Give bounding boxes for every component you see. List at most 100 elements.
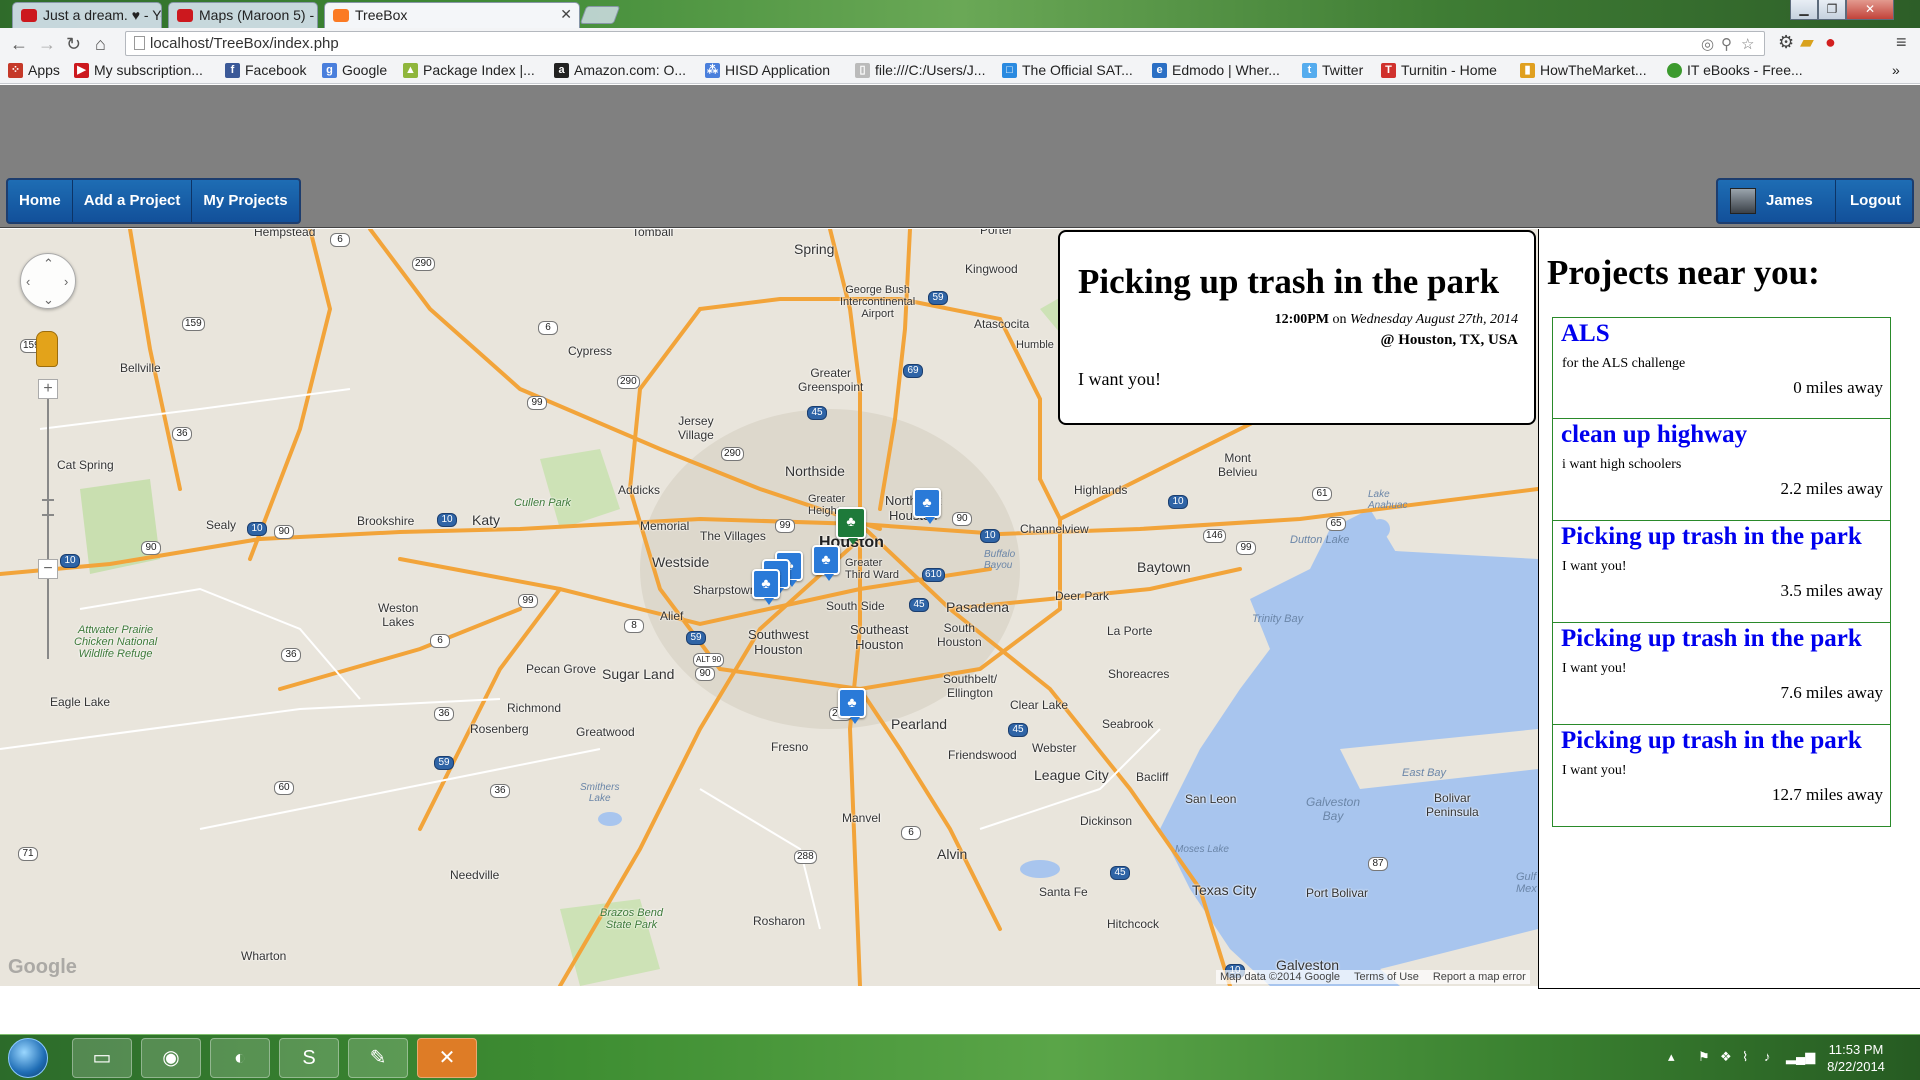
project-marker-selected[interactable]: ♣ bbox=[836, 507, 866, 545]
bookmark-item[interactable]: ▮ HowTheMarket... bbox=[1520, 62, 1647, 78]
project-title-link[interactable]: Picking up trash in the park bbox=[1561, 523, 1862, 551]
bookmark-item[interactable]: □ The Official SAT... bbox=[1002, 62, 1133, 78]
explorer-icon[interactable]: ▭ bbox=[72, 1038, 132, 1078]
map-pan-control[interactable]: ⌃ ⌄ ‹ › bbox=[20, 253, 76, 309]
project-list-item[interactable]: Picking up trash in the park I want you!… bbox=[1552, 521, 1891, 623]
url-input[interactable] bbox=[150, 34, 1650, 53]
zoom-slider-track[interactable] bbox=[47, 389, 49, 659]
bookmark-item[interactable]: ▯ file:///C:/Users/J... bbox=[855, 62, 985, 78]
bookmark-item[interactable]: ⁘ Apps bbox=[8, 62, 60, 78]
zoom-out-button[interactable]: − bbox=[38, 559, 58, 579]
dropbox-icon[interactable]: ❖ bbox=[1720, 1049, 1732, 1065]
browser-tab[interactable]: Maps (Maroon 5) - S bbox=[168, 2, 318, 28]
project-title-link[interactable]: Picking up trash in the park bbox=[1561, 727, 1862, 755]
project-marker[interactable]: ♣ bbox=[913, 488, 941, 524]
avatar[interactable] bbox=[1730, 188, 1756, 214]
opera-icon[interactable]: ● bbox=[1825, 32, 1836, 53]
bookmark-item[interactable]: T Turnitin - Home bbox=[1381, 62, 1497, 78]
project-marker[interactable]: ♣ bbox=[812, 545, 840, 581]
nav-add-project-link[interactable]: Add a Project bbox=[73, 180, 193, 222]
zoom-slider-handle[interactable] bbox=[42, 514, 54, 516]
pan-left-icon[interactable]: ‹ bbox=[26, 274, 30, 289]
highway-shield: 10 bbox=[1168, 495, 1188, 509]
zoom-icon[interactable]: ⚲ bbox=[1721, 35, 1732, 53]
map-label-brookshire: Brookshire bbox=[357, 514, 415, 528]
start-button[interactable] bbox=[8, 1038, 48, 1078]
close-window-button[interactable]: ✕ bbox=[1846, 0, 1894, 20]
project-marker[interactable]: ♣ bbox=[838, 688, 866, 724]
browser-tab-active[interactable]: TreeBox ✕ bbox=[324, 2, 580, 29]
youtube-icon bbox=[21, 9, 37, 22]
bookmark-item[interactable]: IT eBooks - Free... bbox=[1667, 62, 1803, 78]
show-hidden-icons-icon[interactable]: ▴ bbox=[1668, 1049, 1675, 1065]
pan-right-icon[interactable]: › bbox=[64, 274, 68, 289]
nav-home-link[interactable]: Home bbox=[8, 180, 73, 222]
system-clock[interactable]: 11:53 PM 8/22/2014 bbox=[1816, 1041, 1896, 1075]
bookmark-item[interactable]: ▶ My subscription... bbox=[74, 62, 203, 78]
report-map-error-link[interactable]: Report a map error bbox=[1433, 971, 1526, 983]
project-distance: 0 miles away bbox=[1793, 378, 1883, 397]
project-title-link[interactable]: clean up highway bbox=[1561, 421, 1747, 449]
menu-icon[interactable]: ≡ bbox=[1896, 32, 1907, 53]
project-list-item[interactable]: Picking up trash in the park I want you!… bbox=[1552, 725, 1891, 827]
maximize-window-button[interactable]: ❐ bbox=[1818, 0, 1846, 20]
zoom-in-button[interactable]: + bbox=[38, 379, 58, 399]
network-flag-icon[interactable]: ⚑ bbox=[1698, 1049, 1710, 1065]
reload-icon[interactable]: ↻ bbox=[66, 34, 81, 55]
android-icon: ▲ bbox=[403, 63, 418, 78]
bookmark-item[interactable]: f Facebook bbox=[225, 62, 306, 78]
bookmarks-overflow-icon[interactable]: » bbox=[1892, 62, 1900, 78]
map-label-baytown: Baytown bbox=[1137, 559, 1191, 575]
new-tab-button[interactable] bbox=[579, 6, 621, 24]
paint-icon[interactable]: ✎ bbox=[348, 1038, 408, 1078]
project-marker[interactable]: ♣ bbox=[752, 569, 780, 605]
address-bar[interactable]: ◎ ⚲ ☆ bbox=[125, 31, 1765, 56]
location-icon[interactable]: ◎ bbox=[1701, 35, 1714, 53]
signal-icon[interactable]: ▂▄▆ bbox=[1786, 1049, 1815, 1065]
pan-down-icon[interactable]: ⌄ bbox=[43, 292, 54, 308]
map-label-pasadena: Pasadena bbox=[946, 599, 1010, 615]
minimize-window-button[interactable]: ▁ bbox=[1790, 0, 1818, 20]
highway-shield: 90 bbox=[952, 512, 972, 526]
close-tab-icon[interactable]: ✕ bbox=[560, 6, 572, 23]
chrome-icon[interactable]: ◉ bbox=[141, 1038, 201, 1078]
logout-button[interactable]: Logout bbox=[1836, 180, 1901, 222]
user-name[interactable]: James bbox=[1766, 180, 1836, 222]
forward-arrow-icon[interactable]: → bbox=[38, 34, 56, 55]
map-label-south-side: South Side bbox=[826, 599, 885, 613]
xampp-icon[interactable]: ✕ bbox=[417, 1038, 477, 1078]
map-label-moses-lake: Moses Lake bbox=[1175, 844, 1229, 855]
folder-icon[interactable]: ▰ bbox=[1800, 32, 1814, 53]
bookmark-item[interactable]: g Google bbox=[322, 62, 387, 78]
bookmark-item[interactable]: a Amazon.com: O... bbox=[554, 62, 686, 78]
bookmark-item[interactable]: ⁂ HISD Application bbox=[705, 62, 830, 78]
project-title-link[interactable]: ALS bbox=[1561, 320, 1610, 348]
project-list-item[interactable]: ALS for the ALS challenge 0 miles away bbox=[1552, 317, 1891, 419]
gear-icon[interactable]: ⚙ bbox=[1778, 32, 1794, 53]
bookmark-item[interactable]: ▲ Package Index |... bbox=[403, 62, 535, 78]
project-list-item[interactable]: Picking up trash in the park I want you!… bbox=[1552, 623, 1891, 725]
map-label-highlands: Highlands bbox=[1074, 483, 1128, 497]
project-list-item[interactable]: clean up highway i want high schoolers 2… bbox=[1552, 419, 1891, 521]
eclipse-icon[interactable]: ◐ bbox=[210, 1038, 270, 1078]
browser-tab[interactable]: Just a dream. ♥ - You bbox=[12, 2, 162, 28]
highway-shield: 6 bbox=[901, 826, 921, 840]
bookmark-star-icon[interactable]: ☆ bbox=[1741, 35, 1754, 53]
volume-icon[interactable]: ♪ bbox=[1764, 1049, 1771, 1064]
back-arrow-icon[interactable]: ← bbox=[10, 34, 28, 55]
wifi-icon[interactable]: ⌇ bbox=[1742, 1049, 1748, 1065]
project-title-link[interactable]: Picking up trash in the park bbox=[1561, 625, 1862, 653]
street-view-pegman-icon[interactable] bbox=[36, 331, 58, 367]
map-label-katy: Katy bbox=[472, 512, 501, 528]
home-icon[interactable]: ⌂ bbox=[95, 34, 106, 55]
project-description: I want you! bbox=[1562, 763, 1627, 778]
nav-my-projects-link[interactable]: My Projects bbox=[192, 180, 298, 222]
highway-shield: 36 bbox=[490, 784, 510, 798]
bookmark-item[interactable]: t Twitter bbox=[1302, 62, 1363, 78]
pan-up-icon[interactable]: ⌃ bbox=[43, 256, 54, 272]
edmodo-icon: e bbox=[1152, 63, 1167, 78]
sublime-text-icon[interactable]: S bbox=[279, 1038, 339, 1078]
map-label-league-city: League City bbox=[1034, 767, 1109, 783]
bookmark-item[interactable]: e Edmodo | Wher... bbox=[1152, 62, 1280, 78]
terms-of-use-link[interactable]: Terms of Use bbox=[1354, 971, 1419, 983]
